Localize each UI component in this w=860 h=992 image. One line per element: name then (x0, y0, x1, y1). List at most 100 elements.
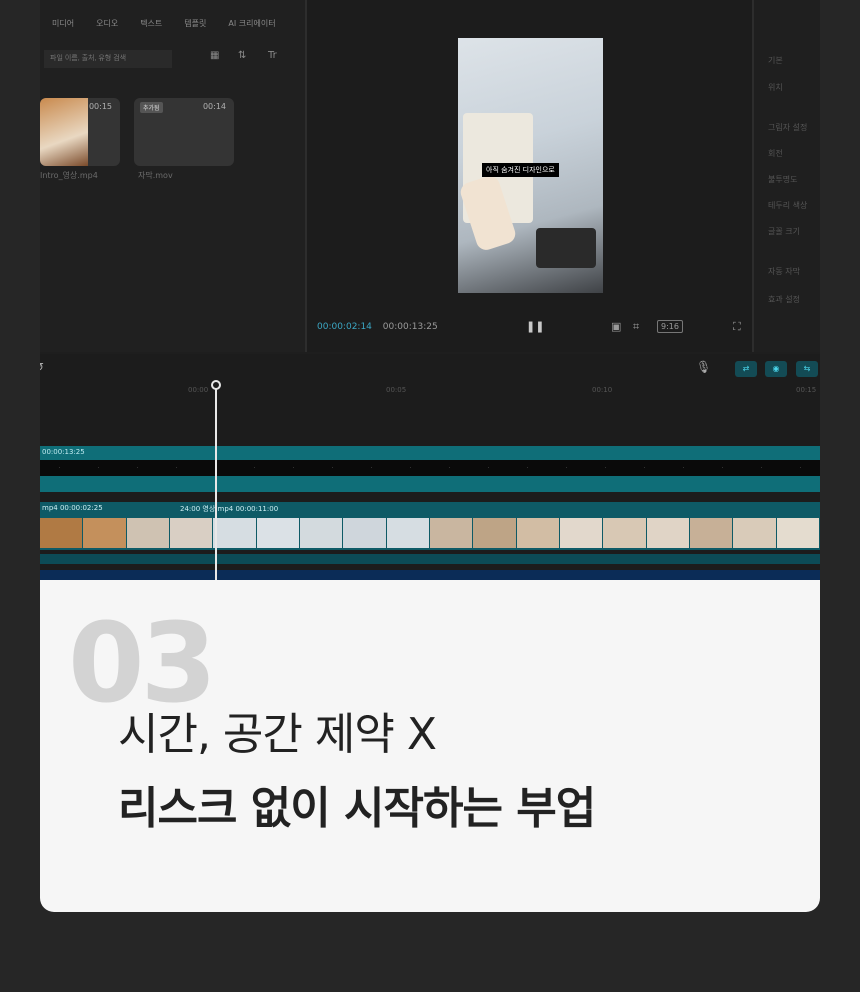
total-time: 00:00:13:25 (382, 322, 438, 332)
property-item[interactable]: 불투명도 (768, 174, 797, 185)
caption-segment[interactable]: · (586, 460, 625, 476)
timeline-panel: ↺ 🎙 ⇄ ◉ ⇆ 00:00 00:05 00:10 00:15 00:00:… (40, 354, 820, 580)
aspect-ratio-button[interactable]: 9:16 (657, 320, 683, 333)
fullscreen-icon[interactable]: ⛶ (733, 320, 741, 334)
frame-thumbnail (473, 518, 517, 548)
thumbnail-filename: Intro_영상.mp4 (40, 171, 98, 180)
caption-segment[interactable]: · (742, 460, 781, 476)
menu-ai[interactable]: AI 크리에이터 (228, 18, 275, 38)
clip-label: mp4 00:00:02:25 (42, 504, 103, 512)
caption-segment[interactable]: · (547, 460, 586, 476)
caption-segment[interactable]: · (235, 460, 274, 476)
frame-thumbnail (429, 518, 474, 548)
frame-thumbnail (559, 518, 604, 548)
preview-panel: 아직 숨겨진 디자인으로 00:00:02:14 00:00:13:25 ❚❚ … (307, 0, 754, 352)
video-caption: 아직 숨겨진 디자인으로 (482, 163, 559, 177)
microphone-icon[interactable]: 🎙 (696, 360, 711, 374)
thumbnail-image (40, 98, 88, 166)
frame-thumbnail (343, 518, 387, 548)
property-item[interactable]: 그림자 설정 (768, 122, 807, 133)
property-item[interactable]: 회전 (768, 148, 783, 159)
frame-thumbnail (83, 518, 127, 548)
video-editor-screenshot: 미디어 오디오 텍스트 템플릿 AI 크리에이터 ▦ ⇅ Tr 00:15 In… (40, 0, 820, 580)
thumbnail-duration: 00:15 (88, 102, 112, 111)
frame-thumbnail (516, 518, 560, 548)
playhead[interactable] (215, 384, 217, 580)
frame-thumbnail (603, 518, 647, 548)
properties-panel: 기본 위치 그림자 설정 회전 불투명도 테두리 색상 글꼴 크기 자동 자막 … (754, 0, 820, 352)
media-thumbnail[interactable]: 추가됨 00:14 (134, 98, 234, 166)
caption-segment[interactable]: · (118, 460, 157, 476)
frame-thumbnail (689, 518, 734, 548)
media-thumbnail[interactable]: 00:15 (40, 98, 120, 166)
clip-label: 24:00 영상.mp4 00:00:11:00 (180, 505, 279, 513)
playhead-handle[interactable] (211, 380, 221, 390)
frame-thumbnail (299, 518, 344, 548)
thumbnail-duration: 00:14 (202, 102, 226, 111)
ruler-tick: 00:10 (592, 386, 613, 394)
frame-thumbnail (213, 518, 257, 548)
menu-text[interactable]: 텍스트 (140, 18, 162, 38)
caption-track-duration: 00:00:13:25 (42, 448, 85, 456)
headline-line-1: 시간, 공간 제약 X (118, 709, 437, 760)
media-toolbar: ▦ ⇅ Tr (40, 48, 305, 70)
caption-track[interactable]: 00:00:13:25 · · · · · · · · · · · · · · · · · · ·… (40, 446, 820, 492)
caption-segment[interactable]: · (469, 460, 508, 476)
caption-segments[interactable]: ·· ·· ·· ·· ·· ·· ·· ·· ·· ·· (40, 460, 820, 476)
caption-segment[interactable]: · (157, 460, 196, 476)
magnet-snap-button[interactable]: ◉ (765, 361, 787, 377)
menu-audio[interactable]: 오디오 (96, 18, 118, 38)
undo-icon[interactable]: ↺ (40, 360, 44, 374)
sort-icon[interactable]: ⇅ (238, 50, 246, 61)
text-style-icon[interactable]: Tr (268, 50, 277, 61)
ruler-tick: 00:15 (796, 386, 817, 394)
pause-icon[interactable]: ❚❚ (526, 320, 544, 333)
frame-thumbnail (169, 518, 214, 548)
media-search-input[interactable] (44, 50, 172, 68)
added-badge: 추가됨 (140, 102, 163, 113)
audio-track[interactable] (40, 554, 820, 564)
caption-segment[interactable]: · (274, 460, 313, 476)
grid-view-icon[interactable]: ▦ (210, 50, 219, 61)
caption-segment[interactable]: · (352, 460, 391, 476)
caption-segment[interactable]: · (625, 460, 664, 476)
property-item[interactable]: 기본 (768, 55, 783, 66)
video-track[interactable]: mp4 00:00:02:25 24:00 영상.mp4 00:00:11:00 (40, 502, 820, 550)
current-time: 00:00:02:14 (317, 322, 372, 332)
frame-thumbnail (126, 518, 170, 548)
menu-media[interactable]: 미디어 (52, 18, 74, 38)
frame-thumbnail (776, 518, 820, 548)
property-item[interactable]: 위치 (768, 82, 783, 93)
track-bottom-bar (40, 570, 820, 580)
caption-segment[interactable]: · (781, 460, 820, 476)
property-item[interactable]: 글꼴 크기 (768, 226, 800, 237)
top-menu: 미디어 오디오 텍스트 템플릿 AI 크리에이터 (40, 18, 276, 38)
crop-icon[interactable]: ⌗ (633, 320, 639, 334)
frame-thumbnail (733, 518, 777, 548)
media-panel: 미디어 오디오 텍스트 템플릿 AI 크리에이터 ▦ ⇅ Tr 00:15 In… (40, 0, 307, 352)
video-preview[interactable]: 아직 숨겨진 디자인으로 (458, 38, 603, 293)
feature-card: 03 시간, 공간 제약 X 리스크 없이 시작하는 부업 (40, 580, 820, 912)
preview-axis-button[interactable]: ⇆ (796, 361, 818, 377)
frame-thumbnail (386, 518, 430, 548)
frame-thumbnail (256, 518, 300, 548)
property-item[interactable]: 효과 설정 (768, 294, 800, 305)
caption-segment[interactable]: · (703, 460, 742, 476)
ruler-tick: 00:05 (386, 386, 407, 394)
property-item[interactable]: 자동 자막 (768, 266, 800, 277)
property-item[interactable]: 테두리 색상 (768, 200, 807, 211)
caption-segment[interactable]: · (79, 460, 118, 476)
fit-icon[interactable]: ▣ (611, 320, 621, 333)
link-track-button[interactable]: ⇄ (735, 361, 757, 377)
frame-thumbnail (40, 518, 84, 548)
video-filmstrip[interactable] (40, 518, 820, 548)
frame-thumbnail (646, 518, 690, 548)
caption-segment[interactable]: · (391, 460, 430, 476)
scene-stove (536, 228, 596, 268)
menu-templates[interactable]: 템플릿 (184, 18, 206, 38)
caption-segment[interactable]: · (508, 460, 547, 476)
caption-segment[interactable]: · (313, 460, 352, 476)
caption-segment[interactable]: · (664, 460, 703, 476)
caption-segment[interactable]: · (40, 460, 79, 476)
caption-segment[interactable]: · (430, 460, 469, 476)
